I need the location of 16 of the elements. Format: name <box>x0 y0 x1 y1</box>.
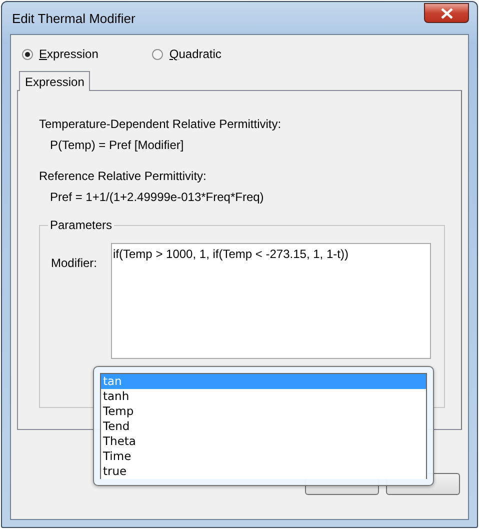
formula-text: P(Temp) = Pref [Modifier] <box>49 138 185 152</box>
radio-circle[interactable] <box>22 48 33 60</box>
radio-circle[interactable] <box>152 48 164 60</box>
close-button[interactable] <box>424 3 469 23</box>
formula-heading: Temperature-Dependent Relative Permittivity: <box>39 117 282 131</box>
mode-radio[interactable]: Quadratic <box>152 47 222 61</box>
reference-text: Pref = 1+1/(1+2.49999e-013*Freq*Freq) <box>49 190 265 204</box>
autocomplete-item[interactable]: true <box>101 464 426 479</box>
close-icon <box>440 8 454 18</box>
field-label: Modifier: <box>51 256 98 270</box>
reference-heading: Reference Relative Permittivity: <box>39 169 208 183</box>
window-title: Edit Thermal Modifier <box>11 10 136 26</box>
group-title: Parameters <box>49 218 114 232</box>
tab[interactable]: Expression <box>19 71 90 91</box>
modifier-field[interactable]: if(Temp > 1000, 1, if(Temp < -273.15, 1, 1-t)) <box>111 243 431 359</box>
mode-radio[interactable]: Expression <box>22 47 98 61</box>
